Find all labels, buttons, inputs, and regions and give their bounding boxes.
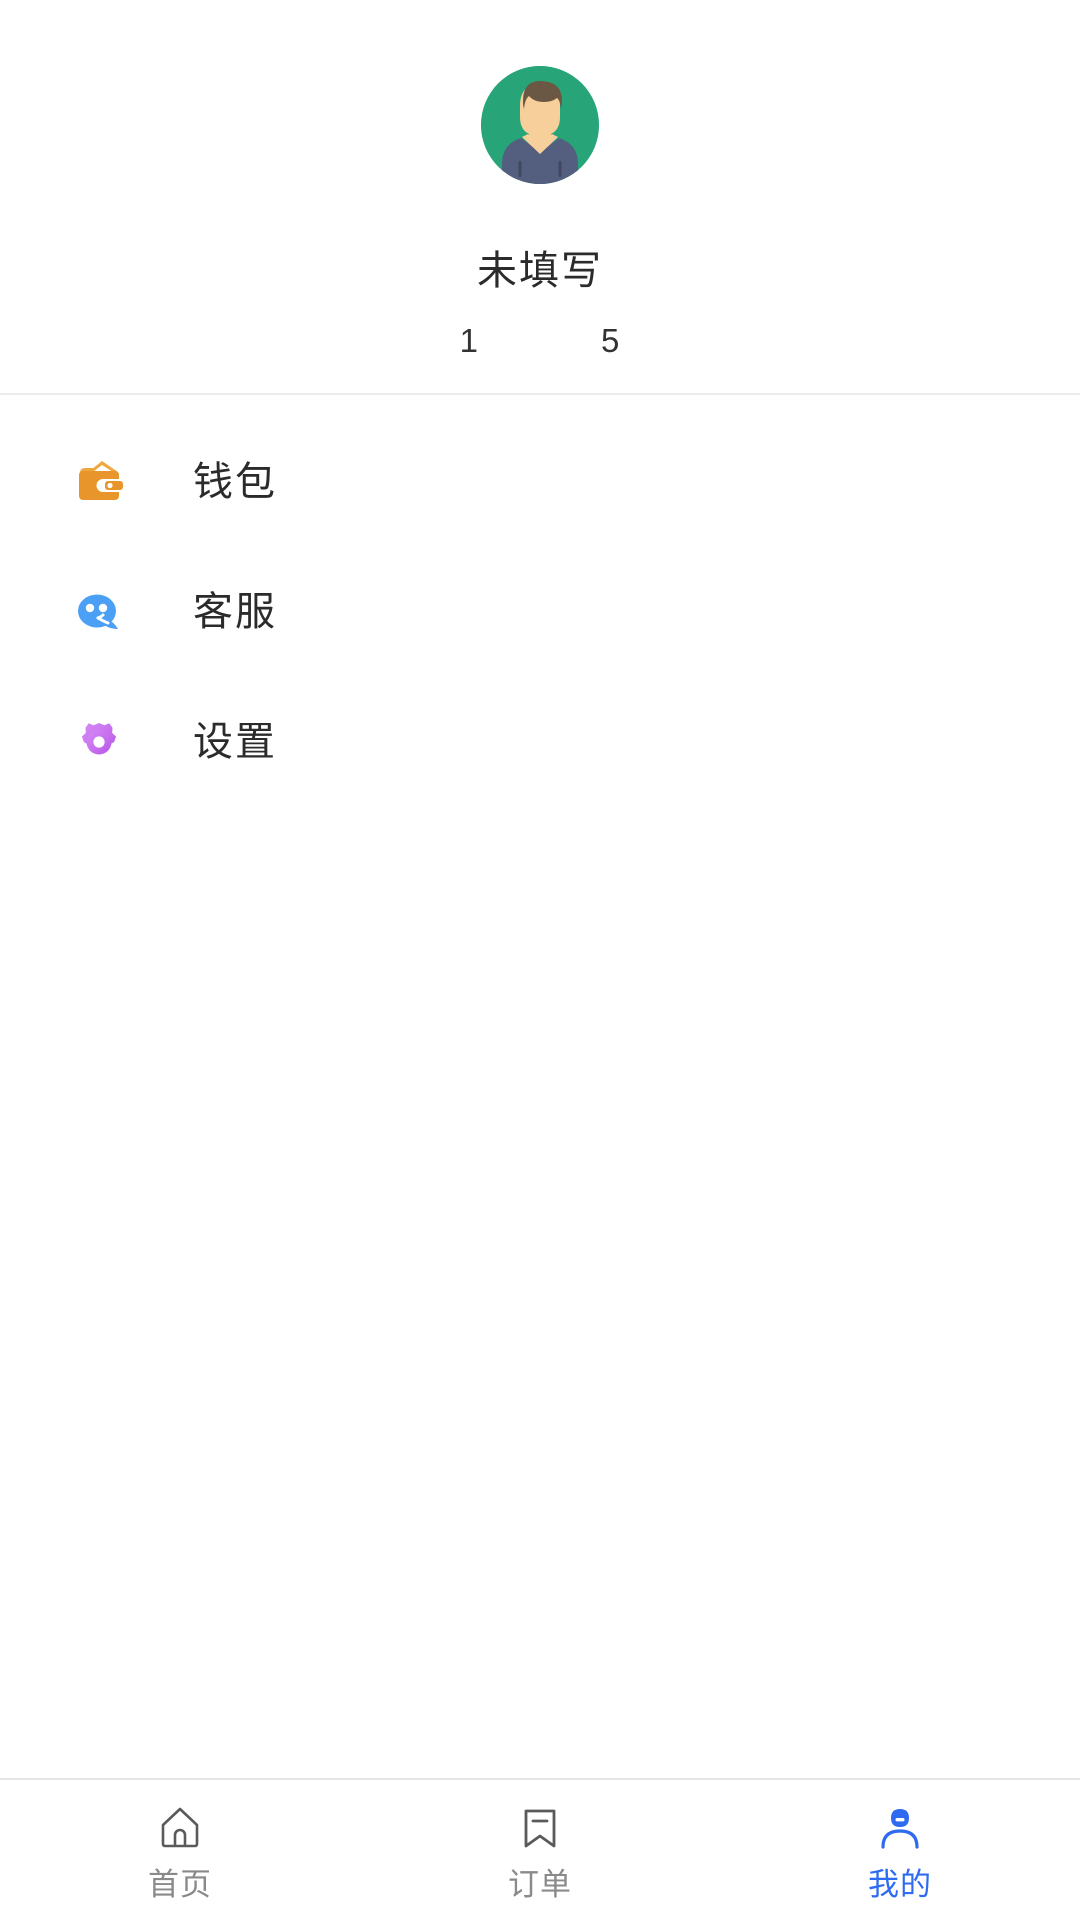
profile-screen: 未填写 1 5 钱包 客服 设置 首页 订单 我的	[0, 0, 1080, 1920]
avatar[interactable]	[481, 66, 599, 184]
tab-label: 首页	[148, 1867, 212, 1902]
person-icon	[874, 1802, 926, 1854]
tab-label: 我的	[868, 1867, 932, 1902]
profile-header: 未填写 1 5	[0, 0, 1080, 395]
menu-item-label: 钱包	[193, 460, 277, 504]
wallet-icon	[73, 456, 125, 508]
tab-home[interactable]: 首页	[0, 1780, 360, 1920]
gear-icon	[73, 716, 125, 768]
menu-item-settings[interactable]: 设置	[0, 677, 1080, 807]
tab-label: 订单	[508, 1867, 572, 1902]
home-icon	[154, 1802, 206, 1854]
menu-item-label: 设置	[193, 720, 277, 764]
profile-name: 未填写	[477, 249, 603, 293]
tab-orders[interactable]: 订单	[360, 1780, 720, 1920]
menu-item-customer-service[interactable]: 客服	[0, 547, 1080, 677]
bottom-tab-bar: 首页 订单 我的	[0, 1778, 1080, 1920]
menu-item-wallet[interactable]: 钱包	[0, 417, 1080, 547]
tab-mine[interactable]: 我的	[720, 1780, 1080, 1920]
bookmark-icon	[514, 1802, 566, 1854]
profile-phone: 1 5	[459, 322, 621, 359]
user-avatar-illustration	[481, 66, 599, 184]
menu-list: 钱包 客服 设置	[0, 395, 1080, 1778]
headset-chat-icon	[73, 586, 125, 638]
menu-item-label: 客服	[193, 590, 277, 634]
